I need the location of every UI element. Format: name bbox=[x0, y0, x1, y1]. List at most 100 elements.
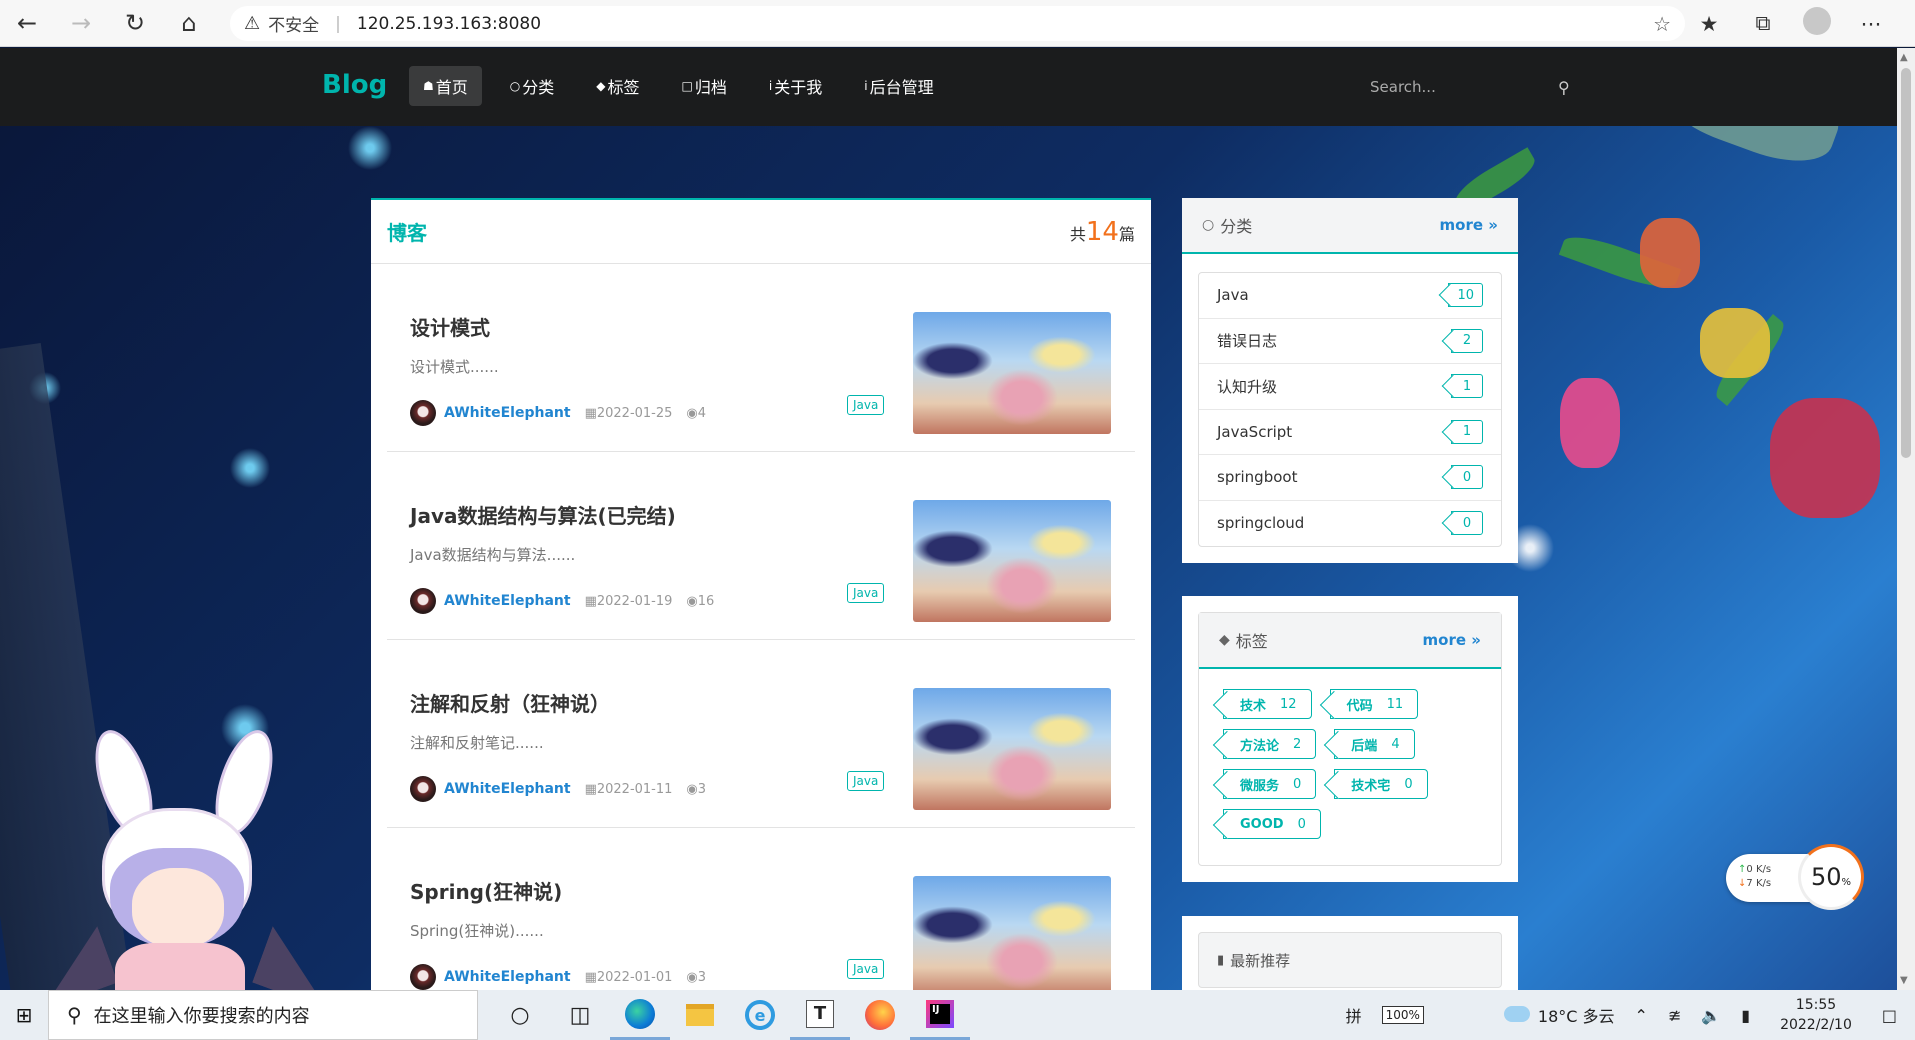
post-author[interactable]: AWhiteElephant bbox=[444, 969, 571, 985]
scroll-up-icon[interactable]: ▲ bbox=[1900, 52, 1908, 63]
search-input[interactable] bbox=[1370, 78, 1540, 96]
cortana-icon[interactable]: ○ bbox=[490, 990, 550, 1040]
tag-title-text: 标签 bbox=[1235, 632, 1268, 651]
category-item[interactable]: Java 10 bbox=[1199, 273, 1501, 319]
menu-item-admin[interactable]: i 后台管理 bbox=[850, 66, 947, 106]
tag-name: 后端 bbox=[1351, 738, 1378, 754]
category-item[interactable]: springcloud 0 bbox=[1199, 501, 1501, 547]
forward-icon[interactable]: → bbox=[54, 0, 108, 47]
chevron-up-icon[interactable]: ⌃ bbox=[1635, 1006, 1648, 1025]
menu-label: 归档 bbox=[694, 78, 727, 97]
start-icon[interactable]: ⊞ bbox=[0, 990, 48, 1040]
bookmark-icon: ▮ bbox=[1217, 952, 1225, 968]
tag-more-link[interactable]: more » bbox=[1423, 631, 1481, 649]
category-name: 错误日志 bbox=[1217, 332, 1278, 351]
menu-item-home[interactable]: ☗ 首页 bbox=[409, 66, 482, 106]
gauge-unit: % bbox=[1841, 876, 1852, 888]
file-explorer-icon[interactable] bbox=[670, 990, 730, 1040]
insecure-label[interactable]: 不安全 bbox=[268, 11, 319, 36]
mascot-character[interactable] bbox=[70, 723, 300, 990]
tag-item[interactable]: 代码 11 bbox=[1329, 689, 1419, 719]
menu-item-about[interactable]: i 关于我 bbox=[755, 66, 836, 106]
url-text[interactable]: 120.25.193.163:8080 bbox=[357, 14, 541, 34]
post-tag[interactable]: Java bbox=[847, 583, 885, 603]
add-favorite-icon[interactable]: ☆ bbox=[1653, 12, 1671, 36]
post-thumbnail[interactable] bbox=[913, 500, 1111, 622]
ime-indicator[interactable]: 拼 bbox=[1346, 1003, 1362, 1027]
address-separator: | bbox=[335, 13, 341, 34]
net-speed-widget[interactable]: ↑0 K/s ↓7 K/s 50% bbox=[1726, 844, 1864, 910]
scrollbar-thumb[interactable] bbox=[1901, 68, 1911, 458]
tag-item[interactable]: 后端 4 bbox=[1334, 729, 1415, 759]
post-item: 注解和反射（狂神说） 注解和反射笔记...... AWhiteElephant … bbox=[387, 640, 1135, 828]
tag-item[interactable]: 技术宅 0 bbox=[1334, 769, 1428, 799]
weather-widget[interactable]: 18°C 多云 bbox=[1503, 1003, 1615, 1027]
main-menu: ☗ 首页 ○ 分类 ◆ 标签 □ 归档 i 关于我 i 后台管理 bbox=[409, 66, 962, 106]
taskbar-search[interactable]: ⚲ 在这里输入你要搜索的内容 bbox=[48, 990, 478, 1040]
collections-icon[interactable]: ⧉ bbox=[1736, 11, 1790, 36]
typora-icon[interactable]: T bbox=[790, 990, 850, 1040]
menu-item-category[interactable]: ○ 分类 bbox=[496, 66, 569, 106]
more-icon[interactable]: ⋯ bbox=[1844, 12, 1898, 36]
address-bar[interactable]: ⚠ 不安全 | 120.25.193.163:8080 ☆ bbox=[230, 6, 1685, 41]
more-text: more bbox=[1439, 216, 1484, 234]
menu-item-tags[interactable]: ◆ 标签 bbox=[582, 66, 653, 106]
system-clock[interactable]: 15:55 2022/2/10 bbox=[1780, 995, 1852, 1035]
blog-count: 共14篇 bbox=[1070, 217, 1135, 247]
category-item[interactable]: springboot 0 bbox=[1199, 455, 1501, 501]
post-thumbnail[interactable] bbox=[913, 876, 1111, 990]
search-icon[interactable]: ⚲ bbox=[1558, 78, 1570, 97]
battery-icon[interactable]: ▮ bbox=[1741, 1006, 1750, 1025]
page-scrollbar[interactable]: ▲ ▼ bbox=[1897, 48, 1915, 990]
post-title[interactable]: Java数据结构与算法(已完结) bbox=[410, 500, 676, 529]
back-icon[interactable]: ← bbox=[0, 0, 54, 47]
blog-list-title: 博客 bbox=[387, 221, 427, 245]
wifi-icon[interactable]: ≇ bbox=[1668, 1006, 1681, 1025]
calendar-icon: ▦ bbox=[584, 405, 597, 421]
category-header: ○ 分类 more » bbox=[1182, 198, 1518, 254]
tag-item[interactable]: GOOD 0 bbox=[1223, 809, 1321, 839]
post-author[interactable]: AWhiteElephant bbox=[444, 781, 571, 797]
battery-indicator[interactable]: 100% bbox=[1381, 1006, 1424, 1024]
post-title[interactable]: 设计模式 bbox=[410, 312, 490, 341]
menu-item-archive[interactable]: □ 归档 bbox=[668, 66, 741, 106]
category-more-link[interactable]: more » bbox=[1440, 216, 1498, 234]
task-view-icon[interactable]: ◫ bbox=[550, 990, 610, 1040]
post-views-text: 3 bbox=[697, 969, 707, 985]
category-item[interactable]: 认知升级 1 bbox=[1199, 364, 1501, 410]
post-date: ▦2022-01-11 bbox=[585, 782, 673, 797]
tag-count: 11 bbox=[1386, 696, 1404, 712]
refresh-icon[interactable]: ↻ bbox=[108, 0, 162, 47]
internet-explorer-icon[interactable]: e bbox=[730, 990, 790, 1040]
search-icon: ⚲ bbox=[67, 1003, 82, 1027]
tag-item[interactable]: 技术 12 bbox=[1223, 689, 1312, 719]
post-title[interactable]: Spring(狂神说) bbox=[410, 876, 562, 905]
site-brand[interactable]: Blog bbox=[322, 70, 387, 100]
volume-icon[interactable]: 🔈 bbox=[1701, 1006, 1721, 1025]
favorites-icon[interactable]: ★ bbox=[1682, 12, 1736, 36]
home-icon[interactable]: ⌂ bbox=[162, 0, 216, 47]
intellij-icon[interactable]: IJ bbox=[910, 990, 970, 1040]
download-value: 7 bbox=[1746, 878, 1753, 889]
post-tag[interactable]: Java bbox=[847, 771, 885, 791]
post-tag[interactable]: Java bbox=[847, 959, 885, 979]
tag-item[interactable]: 微服务 0 bbox=[1223, 769, 1317, 799]
windows-taskbar: ⊞ ⚲ 在这里输入你要搜索的内容 ○ ◫ e T IJ 拼 100% 18°C … bbox=[0, 990, 1915, 1040]
post-author[interactable]: AWhiteElephant bbox=[444, 405, 571, 421]
post-author[interactable]: AWhiteElephant bbox=[444, 593, 571, 609]
notification-icon[interactable]: □ bbox=[1882, 1006, 1897, 1025]
scroll-down-icon[interactable]: ▼ bbox=[1900, 975, 1908, 986]
post-title[interactable]: 注解和反射（狂神说） bbox=[410, 688, 610, 717]
tag-item[interactable]: 方法论 2 bbox=[1223, 729, 1317, 759]
profile-icon[interactable] bbox=[1790, 7, 1844, 40]
category-item[interactable]: 错误日志 2 bbox=[1199, 319, 1501, 364]
category-count: 0 bbox=[1451, 465, 1483, 490]
category-count: 2 bbox=[1451, 328, 1483, 353]
edge-app-icon[interactable] bbox=[610, 990, 670, 1040]
post-thumbnail[interactable] bbox=[913, 688, 1111, 810]
category-item[interactable]: JavaScript 1 bbox=[1199, 410, 1501, 455]
warning-icon[interactable]: ⚠ bbox=[244, 13, 260, 34]
post-thumbnail[interactable] bbox=[913, 312, 1111, 434]
post-tag[interactable]: Java bbox=[847, 395, 885, 415]
firefox-icon[interactable] bbox=[850, 990, 910, 1040]
